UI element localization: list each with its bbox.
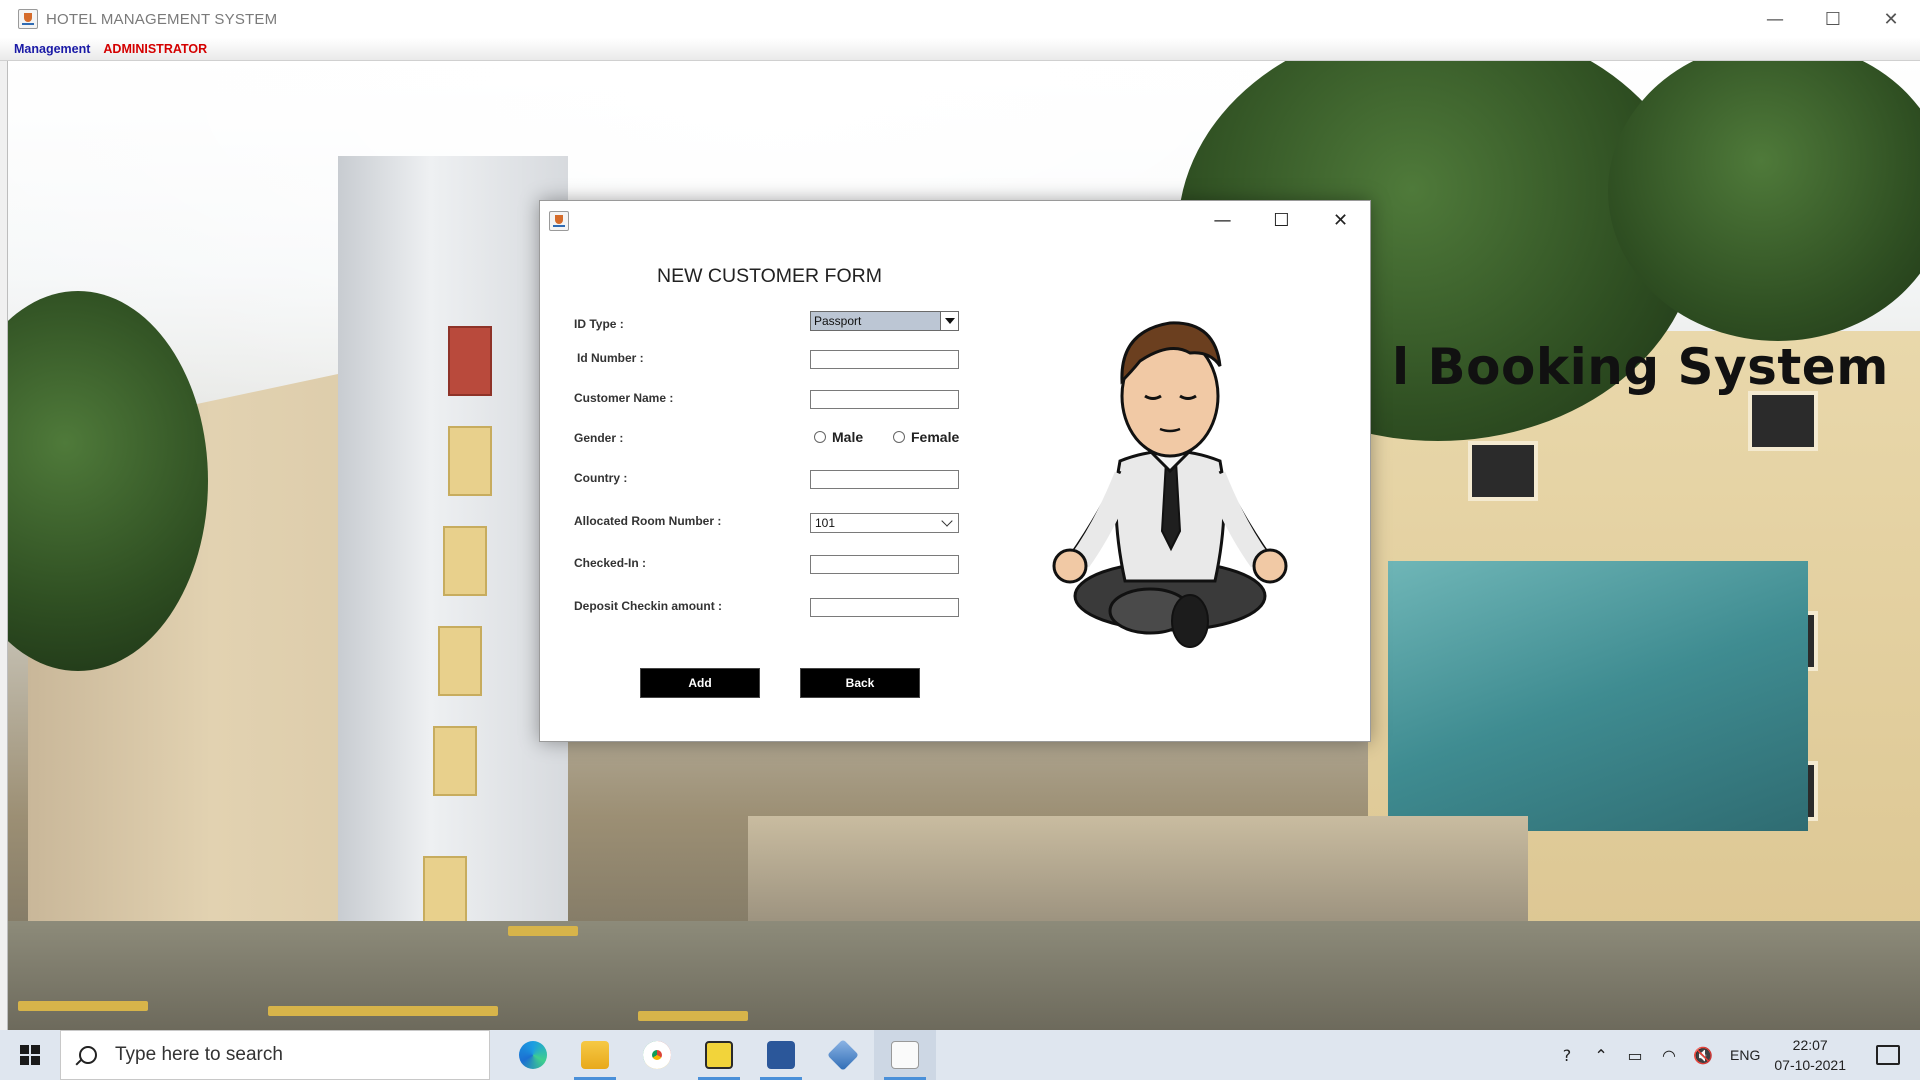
taskbar-search[interactable]: Type here to search <box>60 1030 490 1080</box>
customer-name-field[interactable] <box>810 390 959 409</box>
window-controls: — ☐ ✕ <box>1746 0 1920 38</box>
java-app-icon <box>549 211 569 231</box>
id-number-label: Id Number : <box>577 351 644 365</box>
room-value: 101 <box>815 516 836 530</box>
dropdown-arrow-icon[interactable] <box>940 312 958 330</box>
background-heading: l Booking System <box>1392 338 1889 396</box>
word-icon[interactable] <box>750 1030 812 1080</box>
pdf-icon[interactable] <box>688 1030 750 1080</box>
taskbar-apps <box>502 1030 936 1080</box>
checked-in-field[interactable] <box>810 555 959 574</box>
edge-logo-icon <box>519 1041 547 1069</box>
bench <box>508 926 578 936</box>
minimize-button[interactable]: — <box>1746 0 1804 38</box>
bench <box>638 1011 748 1021</box>
bench <box>18 1001 148 1011</box>
room-select[interactable]: 101 <box>810 513 959 533</box>
close-button[interactable]: ✕ <box>1862 0 1920 38</box>
white-tower <box>338 156 568 976</box>
virtualbox-icon[interactable] <box>812 1030 874 1080</box>
dialog-titlebar: — ☐ ✕ <box>540 201 1370 239</box>
new-customer-dialog: — ☐ ✕ NEW CUSTOMER FORM ID Type : Passpo… <box>539 200 1371 742</box>
network-icon[interactable]: ◠ <box>1658 1046 1680 1065</box>
id-type-label: ID Type : <box>574 317 624 331</box>
id-type-value: Passport <box>814 314 862 328</box>
glass-facade <box>1388 561 1808 831</box>
gender-label: Gender : <box>574 431 624 445</box>
system-tray: ? ⌃ ▭ ◠ 🔇 ENG 22:07 07-10-2021 <box>1550 1030 1920 1080</box>
main-titlebar: HOTEL MANAGEMENT SYSTEM — ☐ ✕ <box>0 0 1920 38</box>
dialog-minimize-button[interactable]: — <box>1193 201 1252 239</box>
dialog-maximize-button[interactable]: ☐ <box>1252 201 1311 239</box>
building-window <box>1468 441 1538 501</box>
meditating-man-illustration <box>1052 321 1288 648</box>
gender-male-option[interactable]: Male <box>814 429 863 445</box>
country-field[interactable] <box>810 470 959 489</box>
battery-icon[interactable]: ▭ <box>1624 1046 1646 1065</box>
building-window <box>1748 391 1818 451</box>
volume-muted-icon[interactable]: 🔇 <box>1692 1046 1714 1065</box>
back-button[interactable]: Back <box>800 668 920 698</box>
folder-icon <box>581 1041 609 1069</box>
customer-name-label: Customer Name : <box>574 391 674 405</box>
left-border <box>0 61 8 1030</box>
country-label: Country : <box>574 471 628 485</box>
tower-panel <box>448 326 492 396</box>
help-icon[interactable]: ? <box>1556 1046 1578 1065</box>
window-title: HOTEL MANAGEMENT SYSTEM <box>46 10 278 28</box>
clock-date: 07-10-2021 <box>1774 1057 1846 1073</box>
edge-icon[interactable] <box>502 1030 564 1080</box>
male-radio[interactable] <box>814 431 826 443</box>
windows-logo-icon <box>20 1045 40 1065</box>
checked-in-label: Checked-In : <box>574 556 647 570</box>
search-icon <box>79 1046 97 1064</box>
clock[interactable]: 22:07 07-10-2021 <box>1774 1035 1846 1075</box>
taskbar: Type here to search ? ⌃ ▭ ◠ 🔇 ENG 22:07 … <box>0 1030 1920 1080</box>
menu-administrator[interactable]: ADMINISTRATOR <box>103 42 207 56</box>
bench <box>268 1006 498 1016</box>
deposit-label: Deposit Checkin amount : <box>574 599 723 613</box>
male-label: Male <box>832 429 864 445</box>
java-logo-icon <box>891 1041 919 1069</box>
maximize-button[interactable]: ☐ <box>1804 0 1862 38</box>
deposit-field[interactable] <box>810 598 959 617</box>
dialog-close-button[interactable]: ✕ <box>1311 201 1370 239</box>
add-button[interactable]: Add <box>640 668 760 698</box>
gender-female-option[interactable]: Female <box>893 429 959 445</box>
female-label: Female <box>911 429 960 445</box>
tower-panel <box>433 726 477 796</box>
id-number-field[interactable] <box>810 350 959 369</box>
chevron-up-icon[interactable]: ⌃ <box>1590 1046 1612 1065</box>
menu-management[interactable]: Management <box>14 42 90 56</box>
dialog-controls: — ☐ ✕ <box>1193 201 1370 239</box>
clock-time: 22:07 <box>1792 1037 1828 1053</box>
cube-icon <box>827 1039 859 1071</box>
menubar: Management ADMINISTRATOR <box>0 38 1920 61</box>
id-type-select[interactable]: Passport <box>810 311 959 331</box>
search-placeholder: Type here to search <box>115 1044 283 1065</box>
room-label: Allocated Room Number : <box>574 514 722 528</box>
java-app-icon <box>18 9 38 29</box>
tower-panel <box>423 856 467 926</box>
chrome-icon[interactable] <box>626 1030 688 1080</box>
chevron-down-icon[interactable] <box>941 515 953 527</box>
start-button[interactable] <box>0 1030 60 1080</box>
word-logo-icon <box>767 1041 795 1069</box>
notification-icon[interactable] <box>1876 1045 1900 1065</box>
tower-panel <box>443 526 487 596</box>
female-radio[interactable] <box>893 431 905 443</box>
tower-panel <box>438 626 482 696</box>
java-icon[interactable] <box>874 1030 936 1080</box>
pdf-logo-icon <box>705 1041 733 1069</box>
tower-panel <box>448 426 492 496</box>
language-indicator[interactable]: ENG <box>1730 1047 1760 1063</box>
chrome-logo-icon <box>643 1041 671 1069</box>
form-title: NEW CUSTOMER FORM <box>657 265 882 287</box>
file-explorer-icon[interactable] <box>564 1030 626 1080</box>
